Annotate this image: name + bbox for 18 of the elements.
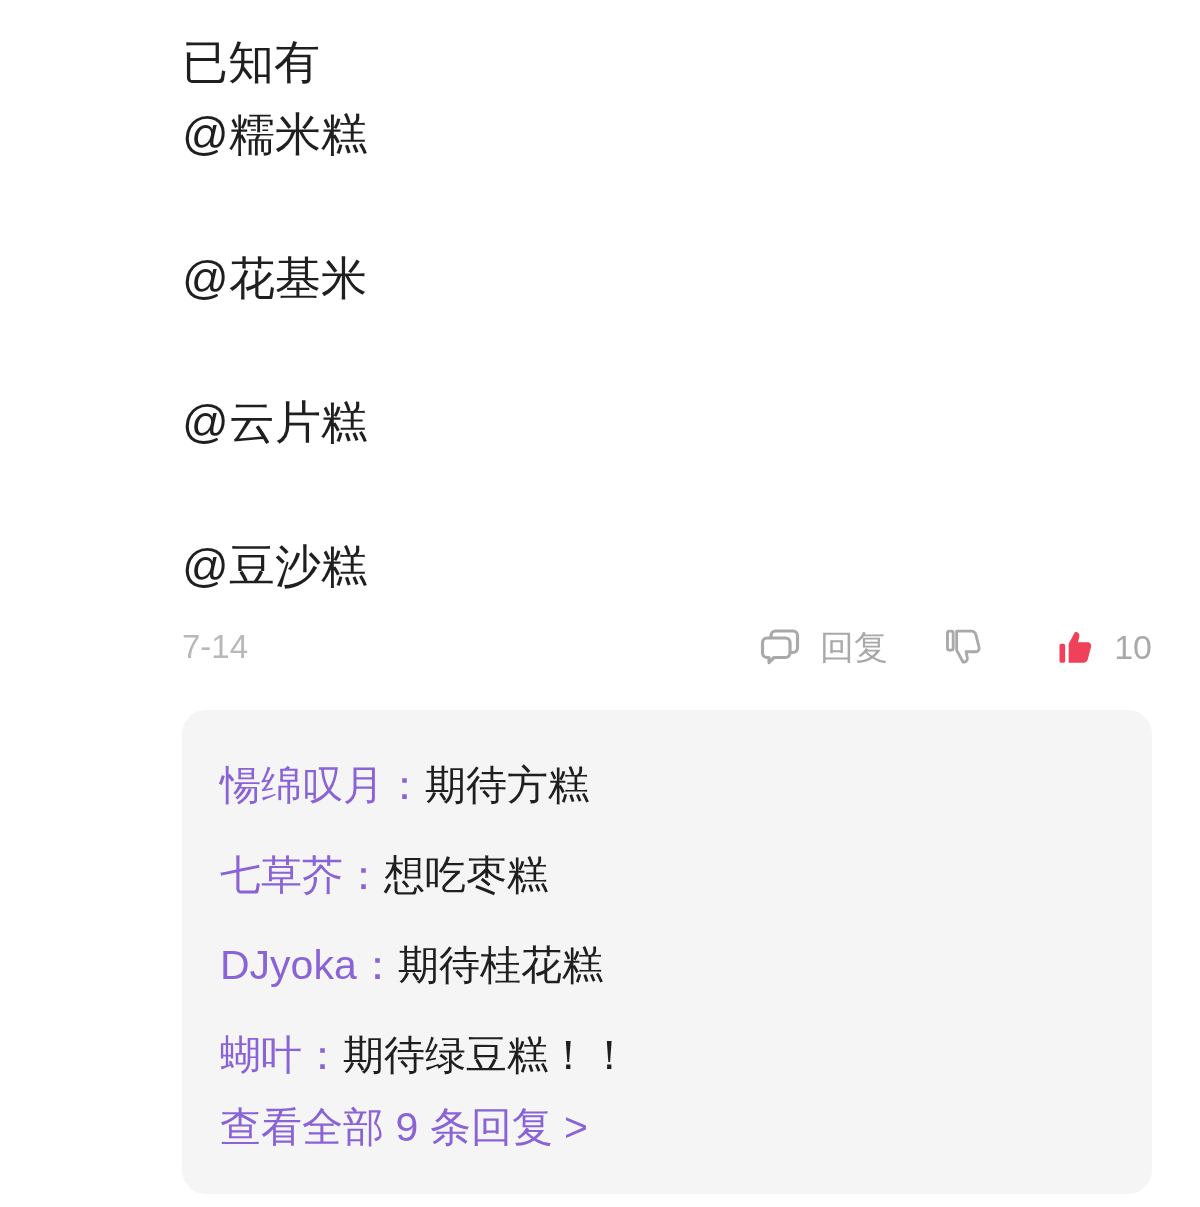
reply-author[interactable]: DJyoka： <box>220 937 398 993</box>
reply-author[interactable]: 蝴叶： <box>220 1027 343 1083</box>
reply-author[interactable]: 七草芥： <box>220 847 384 903</box>
reply-text: 期待方糕 <box>425 760 589 810</box>
speech-bubbles-icon <box>760 629 801 665</box>
reply-text: 想吃枣糕 <box>384 850 548 900</box>
reply-text: 期待绿豆糕！！ <box>343 1030 630 1080</box>
comment-paragraph: @花基米 <box>182 251 367 306</box>
reply-author[interactable]: 愓绵叹月： <box>220 757 425 813</box>
thumbs-down-icon[interactable] <box>944 628 983 666</box>
reply-text: 期待桂花糕 <box>397 940 603 990</box>
comment-date: 7-14 <box>182 628 249 666</box>
view-all-replies-link[interactable]: 查看全部 9 条回复 > <box>220 1100 588 1154</box>
comment-paragraph: @云片糕 <box>182 395 367 450</box>
like-button[interactable]: 10 <box>1056 626 1152 668</box>
comment-paragraph: @豆沙糕 <box>182 539 367 594</box>
comment-paragraph: 已知有 @糯米糕 <box>182 35 367 162</box>
reply-button[interactable]: 回复 <box>760 626 889 668</box>
